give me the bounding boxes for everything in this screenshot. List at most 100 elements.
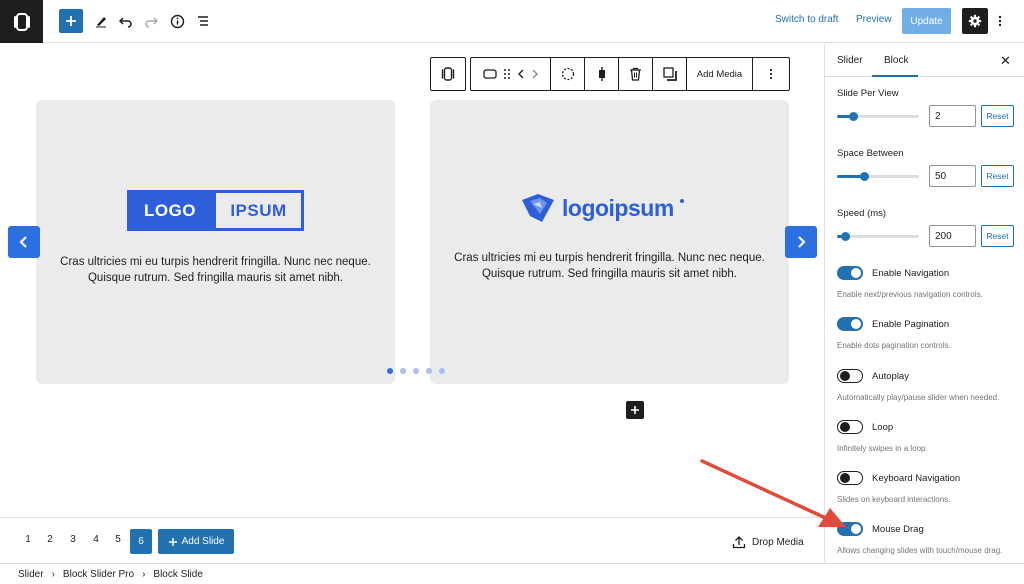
- mouse-drag-help: Allows changing slides with touch/mouse …: [837, 546, 1003, 555]
- slide-per-view-slider[interactable]: [837, 112, 919, 121]
- parent-block-selector[interactable]: [430, 57, 466, 91]
- pagination-dot[interactable]: [400, 368, 406, 374]
- autoplay-help: Automatically play/pause slider when nee…: [837, 393, 1000, 402]
- slide-page-1[interactable]: 1: [18, 534, 38, 545]
- speed-reset-button[interactable]: Reset: [981, 225, 1014, 247]
- settings-sidebar: Slider Block ✕ Slide Per View 2 Reset Sp…: [824, 44, 1024, 563]
- drop-media-label: Drop Media: [752, 536, 804, 548]
- keyboard-navigation-toggle[interactable]: [837, 471, 863, 485]
- loop-toggle[interactable]: [837, 420, 863, 434]
- slide-page-3[interactable]: 3: [63, 534, 83, 545]
- plus-icon: [168, 537, 177, 546]
- redo-icon: [145, 17, 158, 28]
- slider-thumb[interactable]: [860, 172, 869, 181]
- slider-parent-button[interactable]: [431, 58, 465, 90]
- upload-icon: [732, 536, 746, 549]
- list-view-icon: [198, 16, 208, 26]
- pagination-dot[interactable]: [413, 368, 419, 374]
- add-media-button[interactable]: Add Media: [687, 58, 753, 90]
- settings-button[interactable]: [962, 8, 988, 34]
- close-icon[interactable]: ✕: [1000, 53, 1011, 69]
- move-right-icon[interactable]: [531, 68, 539, 80]
- mouse-drag-toggle[interactable]: [837, 522, 863, 536]
- enable-navigation-toggle[interactable]: [837, 266, 863, 280]
- breadcrumb-item[interactable]: Block Slider Pro: [63, 569, 134, 580]
- enable-pagination-help: Enable dots pagination controls.: [837, 341, 951, 350]
- redo-button[interactable]: [138, 8, 164, 34]
- speed-input[interactable]: 200: [929, 225, 976, 247]
- chevron-right-icon: [798, 236, 806, 248]
- block-options-button[interactable]: [753, 58, 789, 90]
- slider-logo-icon: [13, 12, 30, 31]
- slide-text-line: Cras ultricies mi eu turpis hendrerit fr…: [60, 256, 371, 268]
- space-between-input[interactable]: 50: [929, 165, 976, 187]
- site-icon[interactable]: [0, 0, 43, 43]
- slide-per-view-label: Slide Per View: [837, 88, 899, 99]
- slide-per-view-input[interactable]: 2: [929, 105, 976, 127]
- preview-button[interactable]: Preview: [856, 14, 892, 25]
- slider-prev-arrow[interactable]: [8, 226, 40, 258]
- enable-pagination-label: Enable Pagination: [872, 319, 950, 330]
- undo-icon: [119, 17, 132, 28]
- breadcrumb-item[interactable]: Slider: [18, 569, 44, 580]
- logo-text-right: IPSUM: [213, 190, 304, 231]
- slide-per-view-reset-button[interactable]: Reset: [981, 105, 1014, 127]
- tab-slider[interactable]: Slider: [837, 55, 863, 66]
- duplicate-button[interactable]: [653, 58, 687, 90]
- slide-page-6-active[interactable]: 6: [130, 529, 152, 554]
- chevron-right-icon: ›: [142, 568, 146, 580]
- pagination-dot[interactable]: [426, 368, 432, 374]
- move-left-icon[interactable]: [517, 68, 525, 80]
- loop-help: Infinitely swipes in a loop.: [837, 444, 928, 453]
- enable-navigation-help: Enable next/previous navigation controls…: [837, 290, 983, 299]
- autoplay-toggle[interactable]: [837, 369, 863, 383]
- logo-dot: [679, 199, 684, 203]
- add-block-button[interactable]: [59, 9, 83, 33]
- slide-card[interactable]: logoipsum Cras ultricies mi eu turpis he…: [430, 100, 789, 384]
- logoipsum-mark-icon: [522, 194, 554, 222]
- pagination-dot[interactable]: [439, 368, 445, 374]
- vertical-align-button[interactable]: [585, 58, 619, 90]
- block-inserter-button[interactable]: [626, 401, 644, 419]
- space-between-reset-button[interactable]: Reset: [981, 165, 1014, 187]
- slide-page-4[interactable]: 4: [86, 534, 106, 545]
- mouse-drag-label: Mouse Drag: [872, 524, 924, 535]
- space-between-slider[interactable]: [837, 172, 919, 181]
- delete-button[interactable]: [619, 58, 653, 90]
- keyboard-navigation-label: Keyboard Navigation: [872, 473, 961, 484]
- info-icon: [170, 14, 184, 28]
- logoipsum-logo: logoipsum: [520, 192, 684, 224]
- dashed-circle-icon: [561, 67, 574, 81]
- editor-top-bar: Switch to draft Preview Update: [0, 0, 1024, 43]
- undo-button[interactable]: [113, 8, 139, 34]
- slide-block-icon[interactable]: [482, 69, 497, 79]
- plus-icon: [631, 406, 639, 414]
- edit-tool-button[interactable]: [88, 8, 114, 34]
- details-button[interactable]: [164, 8, 190, 34]
- enable-pagination-toggle[interactable]: [837, 317, 863, 331]
- slider-thumb[interactable]: [841, 232, 850, 241]
- add-slide-button[interactable]: Add Slide: [158, 529, 234, 554]
- slide-page-5[interactable]: 5: [108, 534, 128, 545]
- toggle-knob: [840, 422, 850, 432]
- drop-media-button[interactable]: Drop Media: [732, 535, 804, 549]
- enable-navigation-label: Enable Navigation: [872, 268, 950, 279]
- list-view-button[interactable]: [190, 8, 216, 34]
- slide-page-2[interactable]: 2: [40, 534, 60, 545]
- update-button[interactable]: Update: [902, 8, 951, 34]
- drag-handle-icon[interactable]: [503, 68, 511, 80]
- vertical-ellipsis-icon: [998, 15, 1002, 27]
- speed-slider[interactable]: [837, 232, 919, 241]
- options-menu-button[interactable]: [993, 8, 1007, 34]
- block-toolbar: Add Media: [470, 57, 790, 91]
- slider-next-arrow[interactable]: [785, 226, 817, 258]
- slider-thumb[interactable]: [849, 112, 858, 121]
- sidebar-tabs: Slider Block ✕: [825, 44, 1024, 77]
- slide-card[interactable]: LOGO IPSUM Cras ultricies mi eu turpis h…: [36, 100, 395, 384]
- dashed-circle-button[interactable]: [551, 58, 585, 90]
- plus-icon: [66, 16, 76, 26]
- space-between-label: Space Between: [837, 148, 904, 159]
- switch-to-draft-button[interactable]: Switch to draft: [775, 14, 838, 25]
- pagination-dot[interactable]: [387, 368, 393, 374]
- tab-block[interactable]: Block: [884, 55, 908, 66]
